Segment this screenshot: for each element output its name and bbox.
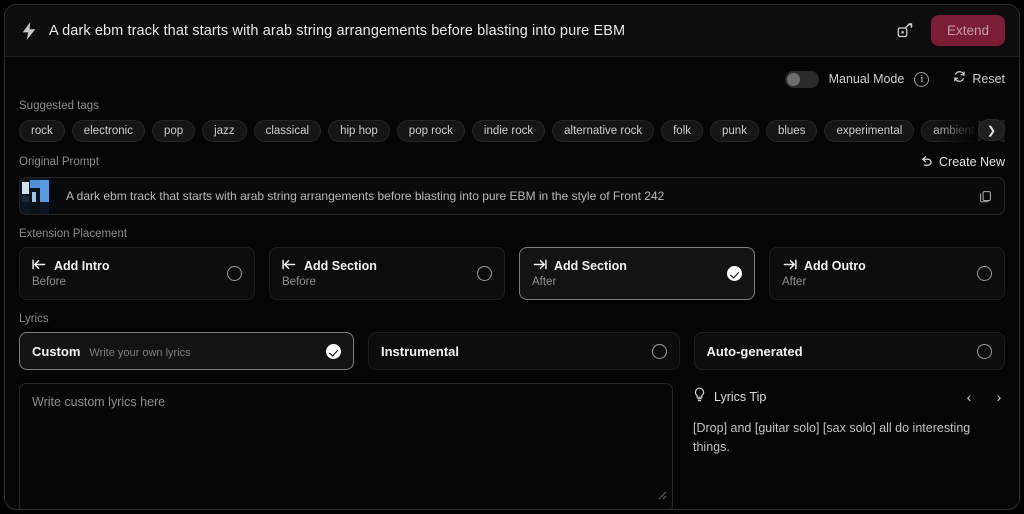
copy-icon[interactable] xyxy=(976,187,994,205)
reset-button[interactable]: Reset xyxy=(953,70,1005,88)
placement-card-title-row: Add Section xyxy=(532,259,627,273)
lyrics-mode-title: Instrumental xyxy=(381,344,459,359)
tag-chip[interactable]: pop xyxy=(152,120,195,142)
panel-header: A dark ebm track that starts with arab s… xyxy=(5,5,1019,57)
panel-body: Manual Mode i Reset Suggested tags rocke… xyxy=(5,57,1019,510)
arrow-to-line-right-icon xyxy=(782,259,797,273)
placement-radio[interactable] xyxy=(227,266,242,281)
placement-option-card[interactable]: Add Intro Before xyxy=(19,247,255,300)
lyrics-mode-radio[interactable] xyxy=(977,344,992,359)
lyrics-mode-card[interactable]: Instrumental xyxy=(368,332,680,370)
lyrics-mode-card[interactable]: Custom Write your own lyrics xyxy=(19,332,354,370)
placement-card-text: Add Section After xyxy=(532,259,627,288)
arrow-to-line-left-icon xyxy=(32,259,47,273)
tag-chip[interactable]: classical xyxy=(254,120,321,142)
create-new-button[interactable]: Create New xyxy=(920,154,1005,170)
lyrics-tip-nav: ‹ › xyxy=(963,389,1005,405)
tags-scroll-next-button[interactable]: ❯ xyxy=(978,119,1005,141)
tag-chip[interactable]: pop rock xyxy=(397,120,465,142)
lightning-bolt-icon xyxy=(19,21,39,41)
arrow-to-line-right-icon xyxy=(532,259,547,273)
tag-chip[interactable]: ambient xyxy=(921,120,986,142)
tip-prev-button[interactable]: ‹ xyxy=(963,389,975,405)
lyrics-mode-title: Auto-generated xyxy=(707,344,803,359)
placement-card-title-row: Add Section xyxy=(282,259,377,273)
lyrics-label: Lyrics xyxy=(19,313,1005,325)
page-title: A dark ebm track that starts with arab s… xyxy=(49,23,893,39)
placement-card-text: Add Section Before xyxy=(282,259,377,288)
lyrics-mode-radio[interactable] xyxy=(652,344,667,359)
placement-radio[interactable] xyxy=(477,266,492,281)
lyrics-mode-text: Instrumental xyxy=(381,344,459,359)
lyrics-mode-radio[interactable] xyxy=(326,344,341,359)
lyrics-mode-text: Custom Write your own lyrics xyxy=(32,344,191,359)
placement-card-title: Add Section xyxy=(554,259,627,273)
lightbulb-icon xyxy=(693,387,706,407)
tag-chip[interactable]: blues xyxy=(766,120,818,142)
extension-placement-options: Add IntroBeforeAdd SectionBeforeAdd Sect… xyxy=(19,247,1005,300)
placement-card-title: Add Intro xyxy=(54,259,110,273)
manual-mode-toggle[interactable] xyxy=(785,71,819,88)
tag-chip[interactable]: hip hop xyxy=(328,120,390,142)
tag-chip[interactable]: alternative rock xyxy=(552,120,654,142)
placement-card-title-row: Add Intro xyxy=(32,259,110,273)
tag-chip[interactable]: punk xyxy=(710,120,759,142)
tag-chip[interactable]: jazz xyxy=(202,120,246,142)
header-actions: Extend xyxy=(893,15,1005,46)
original-prompt-text: A dark ebm track that starts with arab s… xyxy=(66,189,976,203)
extension-placement-label: Extension Placement xyxy=(19,228,1005,240)
placement-card-subtitle: Before xyxy=(282,276,377,288)
lyrics-tip-header: Lyrics Tip ‹ › xyxy=(693,387,1005,407)
suggested-tags-label: Suggested tags xyxy=(19,100,1005,112)
refresh-icon xyxy=(953,70,966,88)
create-new-label: Create New xyxy=(939,155,1005,169)
original-prompt-header: Original Prompt Create New xyxy=(19,154,1005,170)
lyrics-tip-panel: Lyrics Tip ‹ › [Drop] and [guitar solo] … xyxy=(693,383,1005,510)
lyrics-mode-card[interactable]: Auto-generated xyxy=(694,332,1006,370)
original-prompt-box[interactable]: A dark ebm track that starts with arab s… xyxy=(19,177,1005,215)
dice-shuffle-icon[interactable] xyxy=(893,18,919,44)
track-album-art xyxy=(20,178,56,214)
tag-chip[interactable]: electronic xyxy=(72,120,145,142)
placement-card-text: Add Intro Before xyxy=(32,259,110,288)
lyrics-input[interactable] xyxy=(19,383,673,510)
extend-track-panel: A dark ebm track that starts with arab s… xyxy=(4,4,1020,510)
toggle-knob xyxy=(787,73,800,86)
info-circle-icon[interactable]: i xyxy=(914,72,929,87)
tip-next-button[interactable]: › xyxy=(993,389,1005,405)
reset-label: Reset xyxy=(972,72,1005,86)
placement-radio[interactable] xyxy=(727,266,742,281)
placement-card-subtitle: After xyxy=(782,276,866,288)
tag-chip[interactable]: indie rock xyxy=(472,120,545,142)
lyrics-mode-title: Custom xyxy=(32,344,80,359)
placement-card-subtitle: Before xyxy=(32,276,110,288)
tag-chip[interactable]: rock xyxy=(19,120,65,142)
manual-mode-label: Manual Mode xyxy=(829,72,905,86)
placement-radio[interactable] xyxy=(977,266,992,281)
suggested-tags-list: rock electronic popjazz classical hip hop pop… xyxy=(19,119,1005,142)
tag-chip[interactable]: experimental xyxy=(824,120,914,142)
lyrics-tip-title: Lyrics Tip xyxy=(714,390,766,404)
lyrics-mode-options: Custom Write your own lyrics Instrumental A… xyxy=(19,332,1005,370)
placement-option-card[interactable]: Add Section After xyxy=(519,247,755,300)
lyrics-tip-title-group: Lyrics Tip xyxy=(693,387,766,407)
undo-arrow-icon xyxy=(920,154,933,170)
placement-card-text: Add Outro After xyxy=(782,259,866,288)
lyrics-mode-hint: Write your own lyrics xyxy=(89,347,190,359)
suggested-tags-section: rock electronic popjazz classical hip hop pop… xyxy=(19,119,1005,142)
placement-card-title: Add Section xyxy=(304,259,377,273)
lyrics-tip-text: [Drop] and [guitar solo] [sax solo] all … xyxy=(693,419,983,457)
placement-card-subtitle: After xyxy=(532,276,627,288)
placement-card-title-row: Add Outro xyxy=(782,259,866,273)
placement-card-title: Add Outro xyxy=(804,259,866,273)
lyrics-mode-text: Auto-generated xyxy=(707,344,803,359)
tag-chip[interactable]: folk xyxy=(661,120,703,142)
original-prompt-label: Original Prompt xyxy=(19,156,99,168)
manual-mode-row: Manual Mode i Reset xyxy=(19,67,1005,91)
placement-option-card[interactable]: Add Section Before xyxy=(269,247,505,300)
lyrics-editor-row: Lyrics Tip ‹ › [Drop] and [guitar solo] … xyxy=(19,383,1005,510)
arrow-to-line-left-icon xyxy=(282,259,297,273)
placement-option-card[interactable]: Add Outro After xyxy=(769,247,1005,300)
extend-button[interactable]: Extend xyxy=(931,15,1005,46)
